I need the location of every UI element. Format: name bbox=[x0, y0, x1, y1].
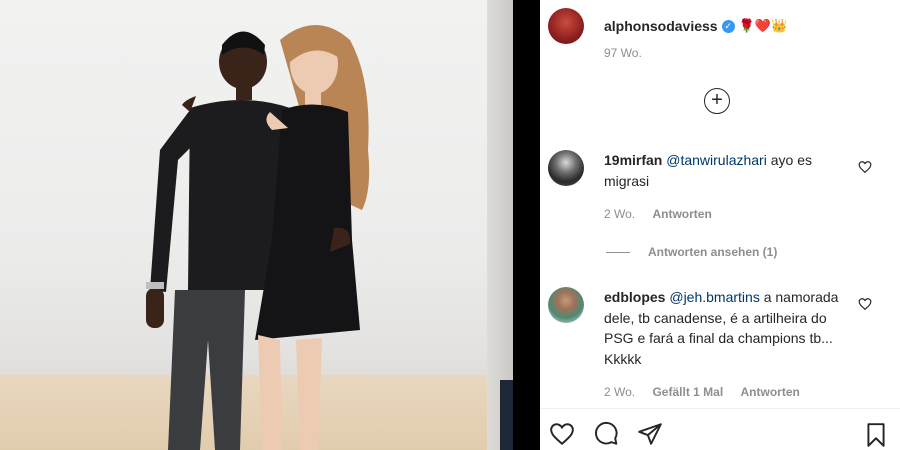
plus-circle-icon[interactable]: + bbox=[704, 88, 730, 114]
post-photo[interactable] bbox=[0, 0, 513, 450]
view-replies-label: Antworten ansehen (1) bbox=[648, 245, 778, 259]
verified-badge-icon: ✓ bbox=[721, 19, 735, 33]
people-illustration bbox=[146, 25, 370, 450]
author-emojis: 🌹❤️👑 bbox=[738, 18, 788, 33]
heart-icon[interactable] bbox=[858, 297, 872, 311]
comment-time[interactable]: 2 Wo. bbox=[604, 207, 635, 221]
author-avatar[interactable] bbox=[548, 8, 584, 44]
paper-plane-icon[interactable] bbox=[636, 421, 664, 447]
comment-mention[interactable]: @tanwirulazhari bbox=[666, 152, 767, 168]
commenter-avatar[interactable] bbox=[548, 287, 584, 323]
replies-divider-line bbox=[606, 251, 630, 253]
comment-icon[interactable] bbox=[592, 421, 620, 447]
comment-time[interactable]: 2 Wo. bbox=[604, 385, 635, 399]
post-photo-area bbox=[0, 0, 540, 450]
commenter-avatar[interactable] bbox=[548, 150, 584, 186]
comment-likes[interactable]: Gefällt 1 Mal bbox=[652, 385, 723, 399]
commenter-username[interactable]: 19mirfan bbox=[604, 152, 662, 168]
post-side-panel: alphonsodaviess ✓ 🌹❤️👑 97 Wo. + 19mirfan… bbox=[540, 0, 900, 450]
author-username[interactable]: alphonsodaviess bbox=[604, 18, 718, 34]
post-header: alphonsodaviess ✓ 🌹❤️👑 bbox=[548, 8, 787, 44]
bookmark-icon[interactable] bbox=[863, 421, 889, 449]
comment-mention[interactable]: @jeh.bmartins bbox=[669, 289, 759, 305]
heart-icon[interactable] bbox=[548, 421, 576, 447]
comment-text: 19mirfan @tanwirulazhari ayo es migrasi bbox=[604, 150, 844, 191]
commenter-username[interactable]: edblopes bbox=[604, 289, 665, 305]
comment-meta: 2 Wo. Gefällt 1 Mal Antworten bbox=[604, 385, 814, 399]
reply-button[interactable]: Antworten bbox=[741, 385, 800, 399]
post-action-bar bbox=[540, 408, 900, 450]
heart-icon[interactable] bbox=[858, 160, 872, 174]
view-replies-button[interactable]: Antworten ansehen (1) bbox=[606, 245, 777, 259]
post-time[interactable]: 97 Wo. bbox=[604, 46, 642, 60]
comment-text: edblopes @jeh.bmartins a namorada dele, … bbox=[604, 287, 844, 369]
comment-meta: 2 Wo. Antworten bbox=[604, 207, 726, 221]
reply-button[interactable]: Antworten bbox=[652, 207, 711, 221]
